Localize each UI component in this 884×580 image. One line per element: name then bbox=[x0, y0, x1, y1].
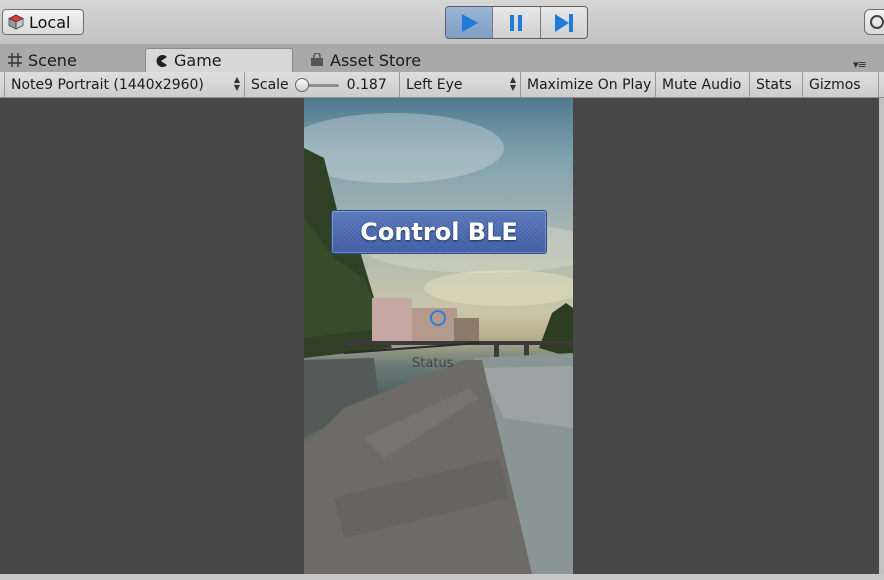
grid-icon bbox=[8, 53, 22, 67]
cube-icon bbox=[8, 14, 24, 30]
control-ble-button[interactable]: Control BLE bbox=[331, 210, 547, 254]
scale-label: Scale bbox=[251, 76, 289, 93]
maximize-label: Maximize On Play bbox=[527, 76, 652, 93]
collab-button[interactable] bbox=[864, 9, 884, 35]
scale-slider-thumb[interactable] bbox=[294, 77, 309, 92]
stats-label: Stats bbox=[756, 76, 792, 93]
tab-asset-store-label: Asset Store bbox=[330, 50, 422, 70]
unity-editor-window: Local Scene Game Asset Store ▾≡ Note9 Po… bbox=[0, 0, 884, 580]
eye-dropdown[interactable]: Left Eye ▲ ▼ bbox=[400, 72, 521, 97]
eye-label: Left Eye bbox=[406, 76, 463, 93]
scale-value: 0.187 bbox=[346, 76, 387, 93]
resolution-label: Note9 Portrait (1440x2960) bbox=[11, 76, 204, 93]
local-label: Local bbox=[29, 12, 71, 32]
pacman-icon bbox=[156, 54, 167, 67]
pause-button[interactable] bbox=[493, 7, 541, 38]
bottom-status-bar bbox=[0, 574, 884, 580]
game-view-toolbar: Note9 Portrait (1440x2960) ▲ ▼ Scale 0.18… bbox=[0, 72, 884, 98]
dropdown-arrows-icon: ▲ ▼ bbox=[233, 75, 240, 92]
main-toolbar: Local bbox=[0, 0, 884, 44]
tab-scene-label: Scene bbox=[28, 50, 77, 70]
game-render-area[interactable]: Control BLE Status bbox=[304, 98, 573, 574]
cloud-circle-icon bbox=[870, 15, 884, 29]
step-icon bbox=[554, 13, 573, 32]
store-bag-icon bbox=[311, 53, 323, 66]
maximize-on-play-toggle[interactable]: Maximize On Play bbox=[521, 72, 656, 97]
gizmos-label: Gizmos bbox=[809, 76, 861, 93]
dropdown-arrows-icon: ▲ ▼ bbox=[509, 75, 516, 92]
play-button[interactable] bbox=[446, 7, 494, 38]
right-scroll-edge bbox=[879, 98, 884, 574]
view-tab-strip: Scene Game Asset Store bbox=[0, 44, 884, 72]
tab-game[interactable]: Game bbox=[145, 48, 293, 72]
gizmos-dropdown[interactable]: Gizmos bbox=[803, 72, 879, 97]
scale-control: Scale 0.187 bbox=[245, 72, 400, 97]
tab-asset-store[interactable]: Asset Store bbox=[302, 48, 462, 72]
tab-menu-icon[interactable]: ▾≡ bbox=[853, 58, 867, 71]
step-button[interactable] bbox=[540, 7, 587, 38]
game-view: Control BLE Status bbox=[0, 98, 879, 574]
status-label: Status bbox=[412, 356, 454, 371]
pause-icon bbox=[510, 14, 523, 31]
background-scene bbox=[304, 113, 573, 574]
target-ring-icon bbox=[430, 310, 446, 326]
tab-game-label: Game bbox=[174, 51, 222, 70]
play-icon bbox=[462, 13, 479, 32]
play-controls bbox=[445, 6, 588, 39]
resolution-dropdown[interactable]: Note9 Portrait (1440x2960) ▲ ▼ bbox=[4, 72, 245, 97]
mute-label: Mute Audio bbox=[662, 76, 742, 93]
stats-toggle[interactable]: Stats bbox=[750, 72, 803, 97]
tab-scene[interactable]: Scene bbox=[0, 48, 140, 72]
local-pivot-button[interactable]: Local bbox=[2, 9, 84, 35]
mute-audio-toggle[interactable]: Mute Audio bbox=[656, 72, 750, 97]
scale-slider[interactable] bbox=[294, 77, 339, 92]
